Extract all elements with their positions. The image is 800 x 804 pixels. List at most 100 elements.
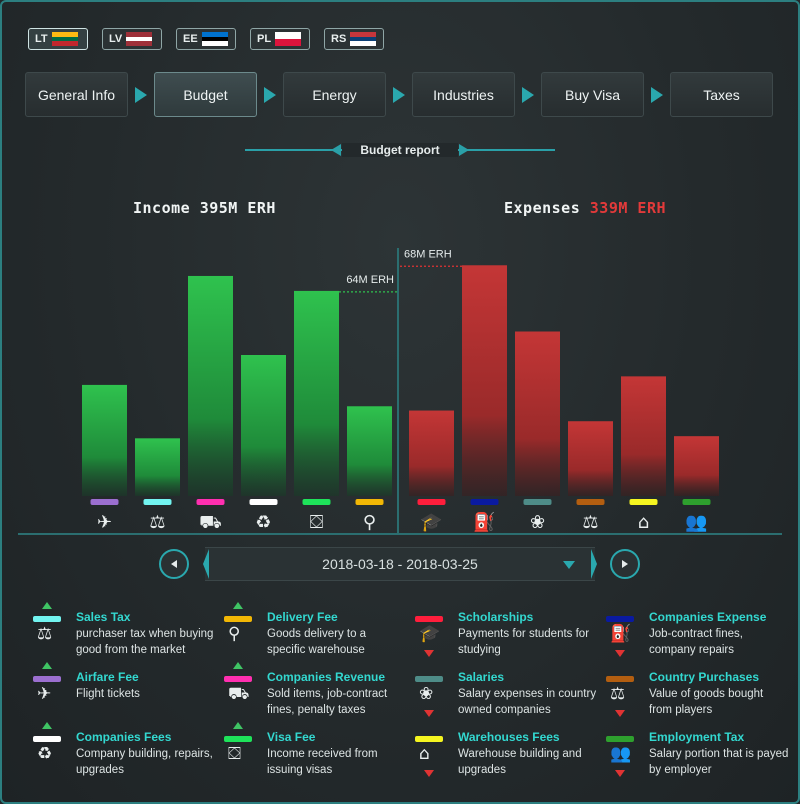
employees-icon: 👥 bbox=[685, 512, 707, 533]
legend-swatch bbox=[33, 736, 61, 742]
tab-taxes[interactable]: Taxes bbox=[670, 72, 773, 117]
next-week-button[interactable] bbox=[610, 549, 640, 579]
expense-swatch-2 bbox=[523, 499, 552, 505]
legend-item: ⚖ Sales Tax purchaser tax when buying good… bbox=[28, 600, 213, 658]
legend-item: ❀ Salaries Salary expenses in country owne… bbox=[410, 660, 596, 718]
chevron-down-icon bbox=[563, 561, 575, 569]
legend-item: ✈ Airfare Fee Flight tickets bbox=[28, 660, 213, 718]
country-tab-ee[interactable]: EE bbox=[176, 28, 236, 50]
report-title: Budget report bbox=[245, 140, 555, 160]
oil-pump-icon: ⛽ bbox=[473, 511, 495, 533]
legend-swatch bbox=[224, 616, 252, 622]
title-left-arrow-icon bbox=[331, 144, 341, 156]
trend-up-icon bbox=[42, 722, 52, 729]
income-bar-5 bbox=[347, 406, 392, 496]
legend-item: ⛟ Companies Revenue Sold items, job-contra… bbox=[219, 660, 404, 718]
expense-bar-1 bbox=[462, 265, 507, 496]
graduation-cap-icon: 🎓 bbox=[420, 512, 442, 533]
legend-desc: Flight tickets bbox=[76, 688, 140, 700]
expense-swatch-4 bbox=[629, 499, 658, 505]
legend-desc: Company building, repairs, upgrades bbox=[76, 748, 213, 776]
income-swatch-4 bbox=[302, 499, 331, 505]
chevron-left-icon bbox=[171, 560, 177, 568]
nav-arrow-icon bbox=[386, 86, 412, 103]
date-range-select[interactable]: 2018-03-18 - 2018-03-25 bbox=[203, 547, 597, 581]
country-code: LT bbox=[35, 33, 48, 45]
income-label: Income bbox=[133, 199, 191, 217]
warehouse-icon: ⌂ bbox=[638, 512, 649, 533]
income-swatch-3 bbox=[249, 499, 278, 505]
nav-arrow-icon bbox=[257, 86, 283, 103]
prev-week-button[interactable] bbox=[159, 549, 189, 579]
expenses-value: 339M ERH bbox=[589, 199, 667, 217]
flag-icon bbox=[201, 32, 228, 47]
tab-general-info[interactable]: General Info bbox=[25, 72, 128, 117]
bracket-left-icon bbox=[203, 549, 209, 579]
warehouse-icon: ⌂ bbox=[412, 722, 448, 777]
legend-desc: purchaser tax when buying good from the … bbox=[76, 628, 214, 656]
oil-pump-icon: ⛽ bbox=[603, 602, 639, 657]
income-summary: Income 395M ERH bbox=[133, 199, 276, 217]
airplane-icon: ✈ bbox=[97, 512, 112, 533]
visa-suitcase-icon: ⛋ bbox=[221, 722, 257, 772]
trend-up-icon bbox=[233, 602, 243, 609]
legend-name: Airfare Fee bbox=[76, 670, 139, 684]
expense-swatch-5 bbox=[682, 499, 711, 505]
sales-revenue-icon: ⛟ bbox=[221, 662, 257, 712]
expense-bar-3 bbox=[568, 421, 613, 496]
income-bar-2 bbox=[188, 275, 233, 496]
country-tab-lt[interactable]: LT bbox=[28, 28, 88, 50]
legend-item: ♻ Companies Fees Company building, repairs… bbox=[28, 720, 213, 778]
delivery-pin-icon: ⚲ bbox=[221, 602, 257, 652]
trend-down-icon bbox=[615, 650, 625, 657]
tab-budget[interactable]: Budget bbox=[154, 72, 257, 117]
income-swatch-2 bbox=[196, 499, 225, 505]
legend-glyph: ⚲ bbox=[228, 624, 241, 644]
legend-glyph: ⛽ bbox=[610, 624, 632, 644]
sales-revenue-icon: ⛟ bbox=[199, 512, 222, 533]
legend-name: Companies Revenue bbox=[267, 670, 386, 684]
legend-glyph: 👥 bbox=[610, 744, 632, 764]
trend-down-icon bbox=[424, 770, 434, 777]
legend-desc: Salary portion that is payed by employer bbox=[649, 748, 789, 776]
legend-desc: Value of goods bought from players bbox=[649, 688, 764, 716]
legend-name: Country Purchases bbox=[649, 670, 760, 684]
income-bar-3 bbox=[241, 355, 286, 496]
trend-up-icon bbox=[42, 602, 52, 609]
legend-item: 🎓 Scholarships Payments for students for s… bbox=[410, 600, 595, 658]
legend-glyph: ⚖ bbox=[37, 624, 53, 644]
nav-arrow-icon bbox=[515, 86, 541, 103]
flag-icon bbox=[275, 32, 302, 46]
income-value: 395M ERH bbox=[199, 199, 276, 217]
country-tab-rs[interactable]: RS bbox=[324, 28, 384, 50]
bracket-right-icon bbox=[591, 549, 597, 579]
tab-energy[interactable]: Energy bbox=[283, 72, 386, 117]
expense-bar-4 bbox=[621, 376, 666, 496]
main-nav: General Info Budget Energy Industries Buy Vi… bbox=[25, 72, 773, 117]
expense-swatch-3 bbox=[576, 499, 605, 505]
trend-down-icon bbox=[615, 770, 625, 777]
section-divider bbox=[18, 533, 782, 535]
legend-desc: Warehouse building and upgrades bbox=[458, 748, 582, 776]
budget-chart: ✈ ⚖ ⛟ ♻ ⛋ ⚲ 🎓 ⛽ ❀ ⚖ ⌂ 👥 64M ERH 68M ERH bbox=[82, 248, 719, 533]
flag-icon bbox=[350, 32, 377, 47]
legend-glyph: ⌂ bbox=[419, 744, 430, 764]
nav-arrow-icon bbox=[644, 86, 670, 103]
legend-glyph: ⚖ bbox=[610, 684, 626, 704]
trend-up-icon bbox=[42, 662, 52, 669]
legend-desc: Job-contract fines, company repairs bbox=[649, 628, 743, 656]
tab-industries[interactable]: Industries bbox=[412, 72, 515, 117]
expense-annotation-label: 68M ERH bbox=[404, 248, 452, 260]
legend-swatch bbox=[33, 616, 61, 622]
expense-swatch-1 bbox=[470, 499, 499, 505]
country-tab-lv[interactable]: LV bbox=[102, 28, 162, 50]
legend-glyph: 🎓 bbox=[419, 624, 441, 644]
trend-down-icon bbox=[615, 710, 625, 717]
country-tab-pl[interactable]: PL bbox=[250, 28, 310, 50]
income-swatch-5 bbox=[355, 499, 384, 505]
scales-icon: ⚖ bbox=[149, 512, 165, 533]
tab-buy-visa[interactable]: Buy Visa bbox=[541, 72, 644, 117]
title-right-arrow-icon bbox=[459, 144, 469, 156]
trend-up-icon bbox=[233, 662, 243, 669]
legend-name: Scholarships bbox=[458, 610, 534, 624]
